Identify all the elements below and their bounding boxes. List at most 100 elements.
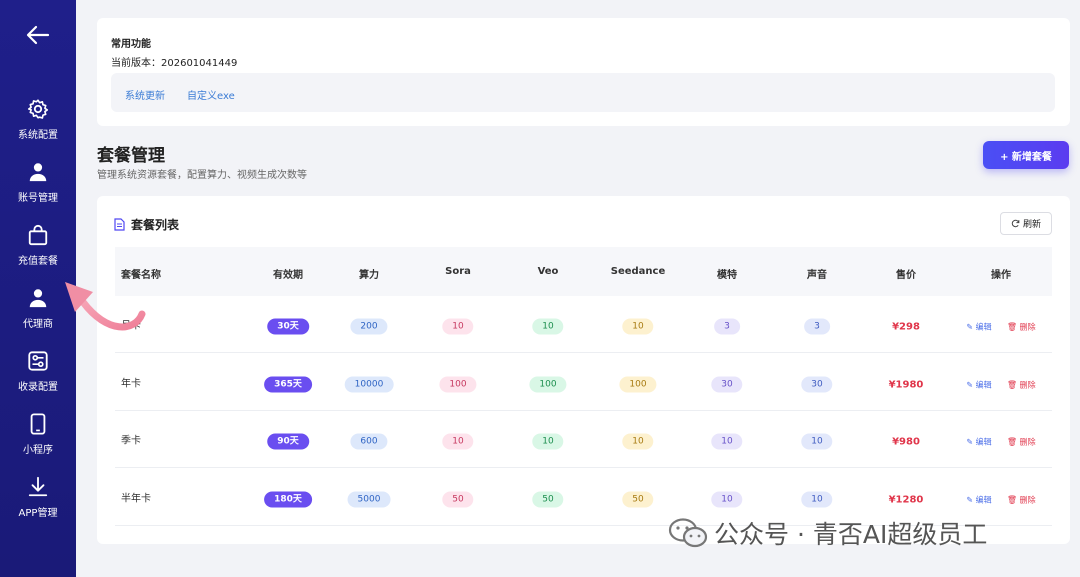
seedance-value: 100 bbox=[619, 376, 657, 392]
user-icon bbox=[26, 160, 50, 184]
custom-exe-link[interactable]: 自定义exe bbox=[187, 87, 235, 102]
veo-value: 100 bbox=[529, 376, 567, 392]
edit-button[interactable]: ✎ 编辑 bbox=[966, 438, 991, 447]
table-row: 季卡 90天 600 10 10 10 10 10 ¥980 ✎ 编辑 🗑 删除 bbox=[115, 411, 1052, 468]
arrow-left-icon bbox=[26, 25, 50, 45]
sidebar-item-collection[interactable]: 收录配置 bbox=[0, 349, 76, 407]
table-row: 月卡 30天 200 10 10 10 3 3 ¥298 ✎ 编辑 🗑 删除 bbox=[115, 296, 1052, 353]
sidebar-item-account[interactable]: 账号管理 bbox=[0, 160, 76, 218]
validity-value: 90天 bbox=[267, 433, 309, 450]
cell-validity: 180天 bbox=[264, 486, 312, 507]
cell-sora: 10 bbox=[442, 314, 474, 335]
add-package-button[interactable]: + 新增套餐 bbox=[983, 141, 1069, 169]
cell-validity: 90天 bbox=[267, 429, 309, 450]
cell-voice: 3 bbox=[804, 314, 830, 335]
delete-button[interactable]: 🗑 删除 bbox=[1007, 495, 1036, 504]
watermark-text: 公众号 · 青否AI超级员工 bbox=[714, 520, 988, 549]
cell-price: ¥1980 bbox=[889, 372, 924, 391]
package-name: 季卡 bbox=[121, 435, 141, 447]
cell-power: 600 bbox=[350, 429, 388, 450]
cell-price: ¥1280 bbox=[889, 487, 924, 506]
price-value: ¥1980 bbox=[888, 379, 924, 390]
cell-power: 10000 bbox=[344, 371, 394, 392]
cell-sora: 50 bbox=[442, 486, 474, 507]
sora-value: 50 bbox=[442, 491, 474, 507]
cell-voice: 30 bbox=[801, 371, 833, 392]
sidebar-item-label: 收录配置 bbox=[18, 382, 58, 393]
cell-seedance: 10 bbox=[622, 429, 654, 450]
seedance-value: 10 bbox=[622, 318, 654, 335]
sora-value: 10 bbox=[442, 433, 474, 450]
column-header: Sora bbox=[445, 266, 471, 277]
sliders-icon bbox=[26, 349, 50, 373]
column-header: 售价 bbox=[896, 270, 916, 281]
power-value: 600 bbox=[350, 433, 388, 450]
cell-voice: 10 bbox=[801, 429, 833, 450]
page-subtitle: 管理系统资源套餐，配置算力、视频生成次数等 bbox=[97, 170, 307, 181]
cell-model: 3 bbox=[714, 314, 740, 335]
edit-label: 编辑 bbox=[975, 495, 992, 504]
common-functions-card: 常用功能 当前版本：202601041449 系统更新 自定义exe bbox=[97, 18, 1070, 126]
model-value: 10 bbox=[711, 433, 743, 450]
seedance-value: 10 bbox=[622, 433, 654, 450]
delete-label: 删除 bbox=[1019, 495, 1036, 504]
row-actions: ✎ 编辑 🗑 删除 bbox=[966, 430, 1035, 449]
pointer-arrow-icon bbox=[65, 282, 146, 331]
column-header: 模特 bbox=[717, 270, 737, 281]
back-button[interactable] bbox=[24, 22, 52, 48]
current-version: 当前版本：202601041449 bbox=[111, 58, 238, 69]
edit-button[interactable]: ✎ 编辑 bbox=[966, 495, 991, 504]
edit-button[interactable]: ✎ 编辑 bbox=[966, 323, 991, 332]
voice-value: 30 bbox=[801, 376, 833, 392]
price-value: ¥1280 bbox=[888, 494, 924, 505]
package-list-card: 套餐列表 刷新 套餐名称 有效期 算力 Sora Veo Seedance 模特… bbox=[97, 196, 1070, 544]
delete-button[interactable]: 🗑 删除 bbox=[1007, 438, 1036, 447]
sidebar-item-label: 充值套餐 bbox=[18, 256, 58, 267]
validity-value: 365天 bbox=[264, 376, 312, 392]
cell-model: 30 bbox=[711, 371, 743, 392]
table-header: 套餐名称 有效期 算力 Sora Veo Seedance 模特 声音 售价 操… bbox=[115, 247, 1052, 296]
sidebar-item-miniprogram[interactable]: 小程序 bbox=[0, 412, 76, 470]
package-list-title: 套餐列表 bbox=[131, 218, 180, 232]
cell-model: 10 bbox=[711, 429, 743, 450]
refresh-button[interactable]: 刷新 bbox=[1000, 212, 1052, 235]
cell-veo: 10 bbox=[532, 314, 564, 335]
wechat-icon bbox=[668, 518, 708, 548]
delete-button[interactable]: 🗑 删除 bbox=[1007, 323, 1036, 332]
cell-seedance: 100 bbox=[619, 371, 657, 392]
column-header: Seedance bbox=[610, 266, 666, 277]
cell-validity: 30天 bbox=[267, 314, 309, 335]
table-row: 年卡 365天 10000 100 100 100 30 30 ¥1980 ✎ 编辑 🗑 删除 bbox=[115, 354, 1052, 411]
package-name: 年卡 bbox=[121, 378, 141, 389]
edit-button[interactable]: ✎ 编辑 bbox=[966, 380, 991, 389]
cell-sora: 100 bbox=[439, 371, 477, 392]
sora-value: 100 bbox=[439, 376, 477, 392]
cell-validity: 365天 bbox=[264, 371, 312, 392]
cell-model: 10 bbox=[711, 486, 743, 507]
model-value: 10 bbox=[711, 491, 743, 507]
seedance-value: 50 bbox=[622, 491, 654, 507]
cell-voice: 10 bbox=[801, 486, 833, 507]
cell-seedance: 10 bbox=[622, 314, 654, 335]
sidebar-item-app[interactable]: APP管理 bbox=[0, 475, 76, 533]
veo-value: 10 bbox=[532, 433, 564, 450]
user-icon bbox=[26, 286, 50, 310]
common-functions-title: 常用功能 bbox=[111, 39, 151, 50]
sidebar-item-label: APP管理 bbox=[18, 508, 58, 519]
row-actions: ✎ 编辑 🗑 删除 bbox=[966, 315, 1035, 334]
shopping-bag-icon bbox=[26, 223, 50, 247]
document-icon bbox=[114, 218, 125, 231]
sidebar-item-label: 代理商 bbox=[23, 319, 53, 330]
row-actions: ✎ 编辑 🗑 删除 bbox=[966, 487, 1035, 506]
cell-price: ¥298 bbox=[892, 315, 920, 334]
refresh-label: 刷新 bbox=[1022, 220, 1041, 230]
price-value: ¥980 bbox=[892, 436, 920, 448]
cell-seedance: 50 bbox=[622, 486, 654, 507]
model-value: 3 bbox=[714, 318, 740, 335]
cell-veo: 10 bbox=[532, 429, 564, 450]
gear-icon bbox=[26, 97, 50, 121]
system-update-link[interactable]: 系统更新 bbox=[125, 87, 165, 102]
delete-button[interactable]: 🗑 删除 bbox=[1007, 380, 1036, 389]
sidebar-item-system-config[interactable]: 系统配置 bbox=[0, 97, 76, 155]
model-value: 30 bbox=[711, 376, 743, 392]
